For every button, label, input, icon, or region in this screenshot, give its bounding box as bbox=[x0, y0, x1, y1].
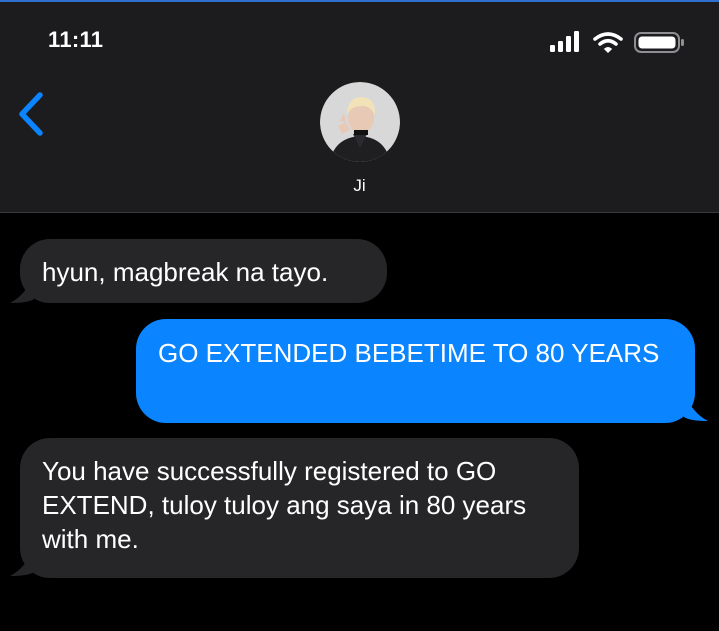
back-button[interactable] bbox=[10, 87, 54, 141]
received-message-bubble[interactable]: You have successfully registered to GO E… bbox=[20, 438, 579, 578]
contact-name[interactable]: Ji bbox=[0, 176, 719, 196]
wifi-icon bbox=[593, 32, 623, 54]
battery-icon bbox=[634, 32, 684, 53]
cellular-signal-icon bbox=[550, 31, 579, 52]
chevron-left-icon bbox=[19, 92, 43, 136]
message-text: hyun, magbreak na tayo. bbox=[42, 257, 329, 287]
message-list: hyun, magbreak na tayo. GO EXTENDED BEBE… bbox=[0, 213, 719, 631]
message-text: You have successfully registered to GO E… bbox=[42, 456, 527, 554]
message-text: GO EXTENDED BEBETIME TO 80 YEARS bbox=[158, 338, 660, 368]
received-message-bubble[interactable]: hyun, magbreak na tayo. bbox=[20, 239, 387, 303]
sent-message-bubble[interactable]: GO EXTENDED BEBETIME TO 80 YEARS bbox=[136, 319, 695, 423]
status-bar-icons bbox=[550, 31, 684, 54]
contact-avatar[interactable] bbox=[320, 82, 400, 162]
conversation-header: 11:11 Ji bbox=[0, 2, 719, 213]
status-bar-time: 11:11 bbox=[48, 27, 104, 52]
